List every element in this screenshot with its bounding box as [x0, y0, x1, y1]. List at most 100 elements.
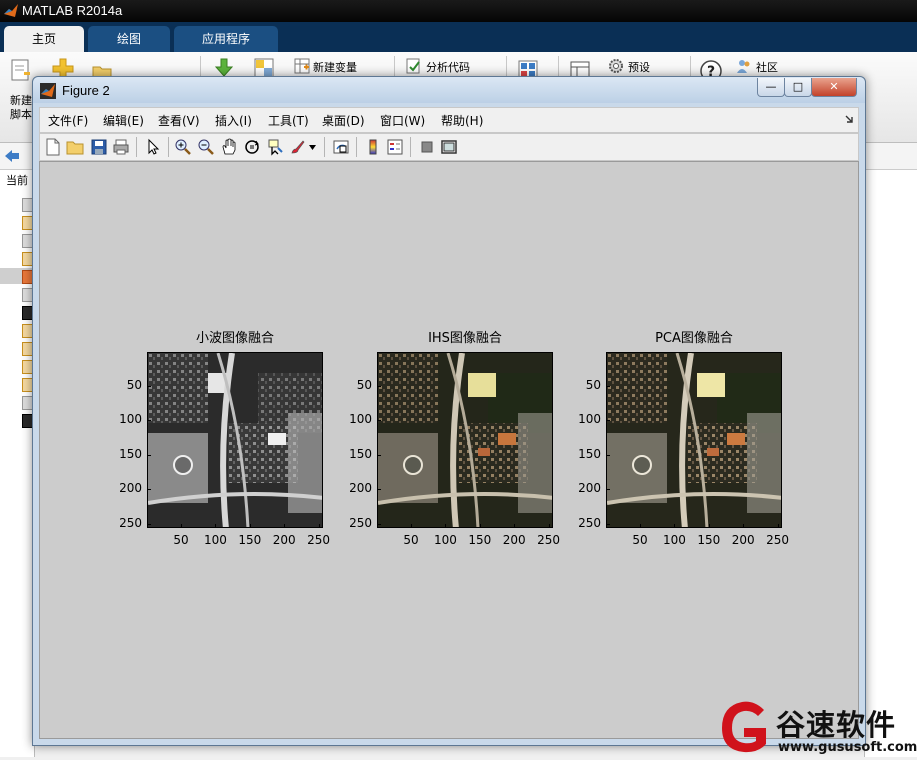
y-tick-mark: [147, 386, 151, 388]
x-tick-label: 200: [731, 533, 755, 547]
x-tick-mark: [249, 524, 251, 528]
gear-icon[interactable]: [608, 58, 624, 74]
x-tick-mark: [411, 524, 413, 528]
chevron-down-icon[interactable]: [309, 145, 316, 150]
new-figure-icon[interactable]: [44, 138, 62, 156]
x-tick-mark: [777, 524, 779, 528]
link-plot-icon[interactable]: [332, 138, 350, 156]
x-tick-mark: [674, 524, 676, 528]
menu-window[interactable]: 窗口(W): [380, 112, 425, 129]
y-tick-mark: [606, 386, 610, 388]
x-tick-label: 250: [537, 533, 560, 547]
matlab-logo-icon: [40, 83, 56, 99]
x-tick-label: 200: [502, 533, 526, 547]
x-tick-label: 100: [433, 533, 457, 547]
current-folder-header: 当前: [6, 174, 28, 187]
axes-ihs-fusion[interactable]: IHS图像融合 50 100 150 200 250 50 100 150 20…: [349, 331, 560, 547]
y-tick-mark: [606, 489, 610, 491]
tab-plots[interactable]: 绘图: [88, 26, 170, 52]
x-tick-label: 200: [272, 533, 296, 547]
menu-insert[interactable]: 插入(I): [215, 112, 252, 129]
analyze-code-icon[interactable]: [406, 58, 422, 74]
y-tick-label: 150: [349, 446, 372, 461]
new-variable-icon[interactable]: [294, 58, 310, 74]
x-tick-mark: [318, 524, 320, 528]
rotate-3d-icon[interactable]: [243, 138, 261, 156]
current-folder-panel: 当前: [0, 170, 35, 757]
axes-title: IHS图像融合: [428, 331, 502, 346]
y-tick-label: 100: [349, 412, 372, 427]
pan-hand-icon[interactable]: [220, 138, 238, 156]
menu-view[interactable]: 查看(V): [158, 112, 200, 129]
minimize-button[interactable]: —: [757, 78, 785, 97]
x-tick-mark: [181, 524, 183, 528]
x-tick-label: 150: [697, 533, 721, 547]
matlab-logo-icon: [4, 4, 18, 17]
menu-help[interactable]: 帮助(H): [441, 112, 483, 129]
figure-window[interactable]: Figure 2 — □ ✕ 文件(F) 编辑(E) 查看(V) 插入(I) 工…: [32, 76, 866, 746]
x-tick-mark: [708, 524, 710, 528]
back-arrow-icon[interactable]: [4, 149, 20, 163]
figure-toolbar: [39, 133, 859, 161]
y-tick-mark: [377, 489, 381, 491]
tab-apps[interactable]: 应用程序: [174, 26, 278, 52]
figure-title-bar[interactable]: Figure 2 — □ ✕: [33, 77, 865, 103]
aerial-image-color: [378, 353, 552, 527]
new-script-icon[interactable]: [10, 58, 32, 84]
x-tick-label: 250: [766, 533, 789, 547]
brush-icon[interactable]: [289, 138, 307, 156]
watermark: 谷速软件 www.gususoft.com: [718, 698, 917, 757]
axes-pca-fusion[interactable]: PCA图像融合 50 100 150 200 250 50 100 150 20…: [578, 331, 789, 547]
axes-wavelet-fusion[interactable]: 小波图像融合 50 100 150 200 250 50 100 150 200…: [119, 331, 330, 547]
figure-canvas[interactable]: 小波图像融合 50 100 150 200 250 50 100 150 200…: [39, 161, 859, 739]
workspace-icon[interactable]: [254, 58, 274, 78]
x-tick-label: 150: [468, 533, 492, 547]
new-variable-label[interactable]: 新建变量: [313, 59, 357, 75]
y-tick-label: 50: [126, 378, 142, 393]
zoom-out-icon[interactable]: [197, 138, 215, 156]
menu-tools[interactable]: 工具(T): [268, 112, 309, 129]
fused-image-pca: [606, 352, 782, 528]
axes-title: 小波图像融合: [195, 331, 274, 346]
x-tick-mark: [284, 524, 286, 528]
colorbar-icon[interactable]: [364, 138, 382, 156]
dock-arrow-icon[interactable]: [844, 114, 854, 124]
community-label[interactable]: 社区: [756, 59, 778, 75]
legend-icon[interactable]: [386, 138, 404, 156]
y-tick-label: 150: [119, 446, 142, 461]
preferences-label[interactable]: 预设: [628, 59, 650, 75]
y-tick-label: 250: [119, 515, 142, 530]
data-cursor-icon[interactable]: [266, 138, 284, 156]
y-tick-label: 250: [349, 515, 372, 530]
maximize-button[interactable]: □: [784, 78, 812, 97]
x-tick-mark: [479, 524, 481, 528]
select-arrow-icon[interactable]: [144, 138, 162, 156]
analyze-code-label[interactable]: 分析代码: [426, 59, 470, 75]
y-tick-mark: [377, 386, 381, 388]
community-icon[interactable]: [736, 58, 752, 74]
close-button[interactable]: ✕: [811, 78, 857, 97]
print-icon[interactable]: [112, 138, 130, 156]
y-tick-mark: [147, 420, 151, 422]
open-file-icon[interactable]: [66, 138, 84, 156]
menu-file[interactable]: 文件(F): [48, 112, 88, 129]
import-data-icon[interactable]: [214, 58, 234, 78]
y-tick-mark: [377, 454, 381, 456]
save-icon[interactable]: [90, 138, 108, 156]
y-tick-mark: [377, 523, 381, 525]
tab-home[interactable]: 主页: [4, 26, 84, 52]
y-tick-label: 100: [119, 412, 142, 427]
menu-desktop[interactable]: 桌面(D): [322, 112, 365, 129]
aerial-image-color: [607, 353, 781, 527]
menu-edit[interactable]: 编辑(E): [103, 112, 144, 129]
y-tick-label: 200: [119, 481, 142, 496]
x-tick-label: 100: [203, 533, 227, 547]
y-tick-mark: [606, 523, 610, 525]
hide-plot-tools-icon[interactable]: [418, 138, 436, 156]
new-script-label-2[interactable]: 脚本: [10, 106, 32, 122]
x-tick-mark: [548, 524, 550, 528]
zoom-in-icon[interactable]: [174, 138, 192, 156]
aerial-image-grayscale: [148, 353, 322, 527]
show-plot-tools-icon[interactable]: [440, 138, 458, 156]
x-tick-mark: [640, 524, 642, 528]
